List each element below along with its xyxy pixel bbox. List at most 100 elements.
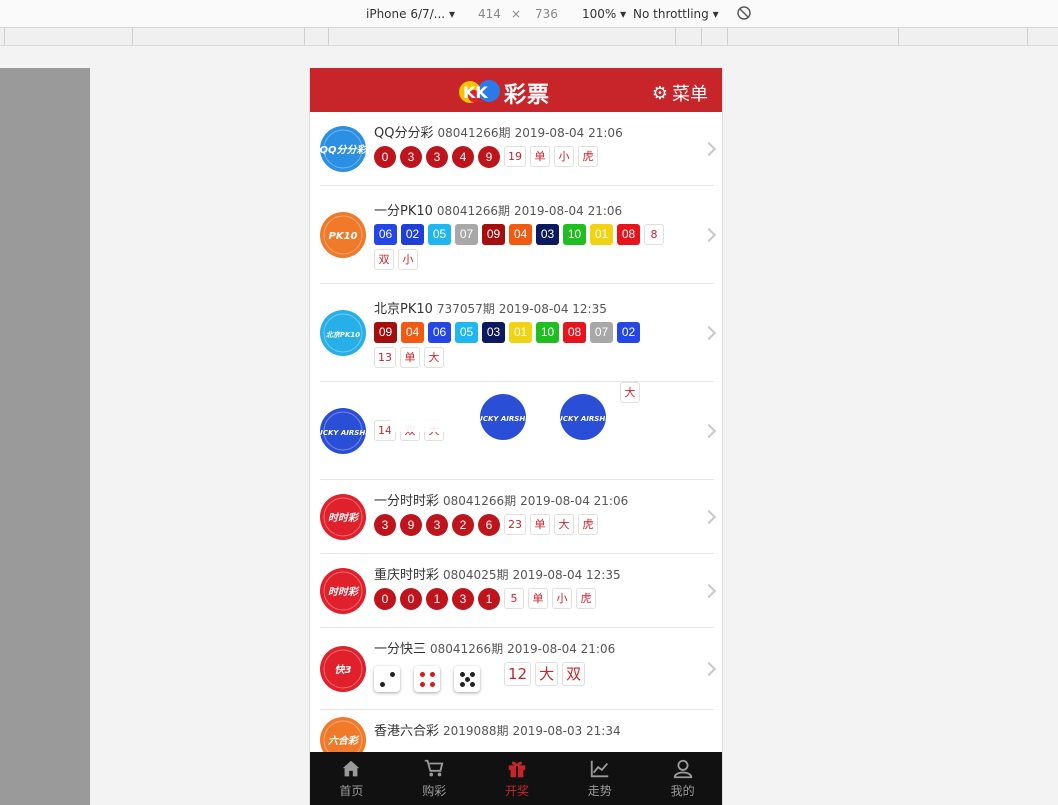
width-input[interactable]: 414 [478,7,501,21]
svg-text:LUCKY AIRSHIP: LUCKY AIRSHIP [480,415,526,423]
result-tag: 虎 [578,146,598,167]
result-tag: 23 [504,514,526,535]
lottery-header: 一分PK10 08041266期 2019-08-04 21:06 [374,200,622,219]
lottery-period: 08041266期 [436,204,511,218]
lottery-name: 一分PK10 [374,204,433,219]
svg-text:PK10: PK10 [329,231,358,242]
lottery-row[interactable]: 时时彩 重庆时时彩 0804025期 2019-08-04 12:35 0 0 1 3 1 5 单小… [320,554,717,628]
chevron-right-icon [701,141,717,157]
tab-home[interactable]: 首页 [310,752,393,805]
result-number-square: 05 [455,322,478,343]
tab-cart[interactable]: 购彩 [393,752,476,805]
menu-button[interactable]: ⚙ 菜单 [652,80,708,106]
dimension-separator: × [511,7,522,21]
result-tag: 虎 [576,588,596,609]
rotate-icon[interactable] [736,5,752,24]
chevron-right-icon [701,325,717,341]
result-number-square: 10 [563,224,586,245]
lottery-period: 08041266期 [443,494,517,508]
throttle-select[interactable]: No throttling ▾ [633,7,719,21]
chevron-right-icon [701,661,717,677]
result-ball: 3 [452,588,474,610]
chevron-right-icon [701,227,717,243]
result-number-square: 02 [401,224,424,245]
bottom-tab-bar: 首页 购彩 开奖 走势 我的 [310,752,722,805]
result-tag: 5 [504,588,524,609]
lottery-row[interactable]: 快3 一分快三 08041266期 2019-08-04 21:06 12 大双 [320,628,717,710]
gift-icon [508,761,526,778]
lottery-row[interactable]: 六合彩 香港六合彩 2019088期 2019-08-03 21:34 [320,710,714,752]
result-ball: 0 [400,588,422,610]
media-query-ruler [0,28,1058,46]
result-ball: 9 [400,514,422,536]
device-select[interactable]: iPhone 6/7/... ▾ [366,7,455,21]
result-ball: 3 [426,146,448,168]
result-number-square: 04 [509,224,532,245]
result-number-square: 07 [590,322,613,343]
result-tag: 单 [530,514,550,535]
lottery-time: 2019-08-04 12:35 [512,568,621,582]
zoom-select[interactable]: 100% ▾ [582,7,626,21]
cart-icon [425,759,444,777]
result-numbers: 06 02 05 07 09 04 03 10 01 08 8 双小 [374,224,664,270]
lottery-row[interactable]: LUCKY AIRSHIP14双大LUCKY AIRSHIPLUCKY AIRS… [313,382,717,480]
lottery-row[interactable]: PK10 一分PK10 08041266期 2019-08-04 21:06 06 02 0… [320,186,717,284]
tab-label: 走势 [587,784,612,798]
lottery-logo-icon: 北京PK10 [320,310,366,356]
result-numbers: 0 3 3 4 9 19 单小虎 [374,146,674,168]
svg-text:KK: KK [463,83,488,102]
lottery-name: QQ分分彩 [374,126,434,141]
result-tag: 大 [620,382,640,403]
app-title: 彩票 [504,83,551,108]
result-tag: 大 [535,662,559,686]
result-ball: 0 [374,146,396,168]
lottery-time: 2019-08-04 21:06 [514,126,623,140]
user-icon [673,759,692,779]
result-number-square: 02 [617,322,640,343]
result-tag: 单 [528,588,548,609]
height-input[interactable]: 736 [535,7,558,21]
lottery-header: 北京PK10 737057期 2019-08-04 12:35 [374,298,607,317]
svg-text:快3: 快3 [335,664,352,676]
lottery-header: 重庆时时彩 0804025期 2019-08-04 12:35 [374,564,621,583]
result-tag: 单 [400,347,420,368]
result-number-square: 05 [428,224,451,245]
svg-text:LUCKY AIRSHIP: LUCKY AIRSHIP [320,429,366,437]
lottery-name: 一分时时彩 [374,494,440,509]
lottery-name: 北京PK10 [374,302,433,317]
chevron-right-icon [701,423,717,439]
dice-4-icon [414,666,440,692]
lottery-row[interactable]: 时时彩 一分时时彩 08041266期 2019-08-04 21:06 3 9 3 2 6 23… [320,480,717,554]
result-ball: 6 [478,514,500,536]
lottery-header: QQ分分彩 08041266期 2019-08-04 21:06 [374,122,623,141]
result-number-square: 07 [455,224,478,245]
result-number-square: 08 [617,224,640,245]
lottery-logo-icon: 快3 [320,646,366,692]
tab-gift[interactable]: 开奖 [476,752,559,805]
lottery-period: 0804025期 [443,568,509,582]
result-ball: 9 [478,146,500,168]
result-number-square: 09 [374,322,397,343]
result-number-square: 06 [428,322,451,343]
result-tag: 8 [644,224,664,245]
tab-label: 开奖 [504,784,529,798]
dice-2-icon [374,666,400,692]
svg-text:时时彩: 时时彩 [328,586,360,598]
result-tag: 小 [552,588,572,609]
lottery-logo-icon: QQ分分彩 [319,126,368,172]
lottery-logo-icon: 六合彩 [320,717,366,752]
home-icon [343,760,360,777]
lottery-row[interactable]: 北京PK10 北京PK10 737057期 2019-08-04 12:35 09 04 0… [320,284,717,382]
chevron-right-icon [701,509,717,525]
tab-trend[interactable]: 走势 [558,752,641,805]
menu-label: 菜单 [672,84,708,105]
result-tag: 大 [554,514,574,535]
lottery-list: QQ分分彩 QQ分分彩 08041266期 2019-08-04 21:06 0 3 3 4 9… [310,112,722,752]
lottery-time: 2019-08-04 12:35 [498,302,607,316]
svg-text:北京PK10: 北京PK10 [326,330,360,339]
gear-icon: ⚙ [651,82,668,104]
kk-logo-icon: KK [459,80,500,103]
lottery-row[interactable]: QQ分分彩 QQ分分彩 08041266期 2019-08-04 21:06 0 3 3 4 9… [319,112,717,186]
result-number-square: 04 [401,322,424,343]
tab-user[interactable]: 我的 [641,752,722,805]
